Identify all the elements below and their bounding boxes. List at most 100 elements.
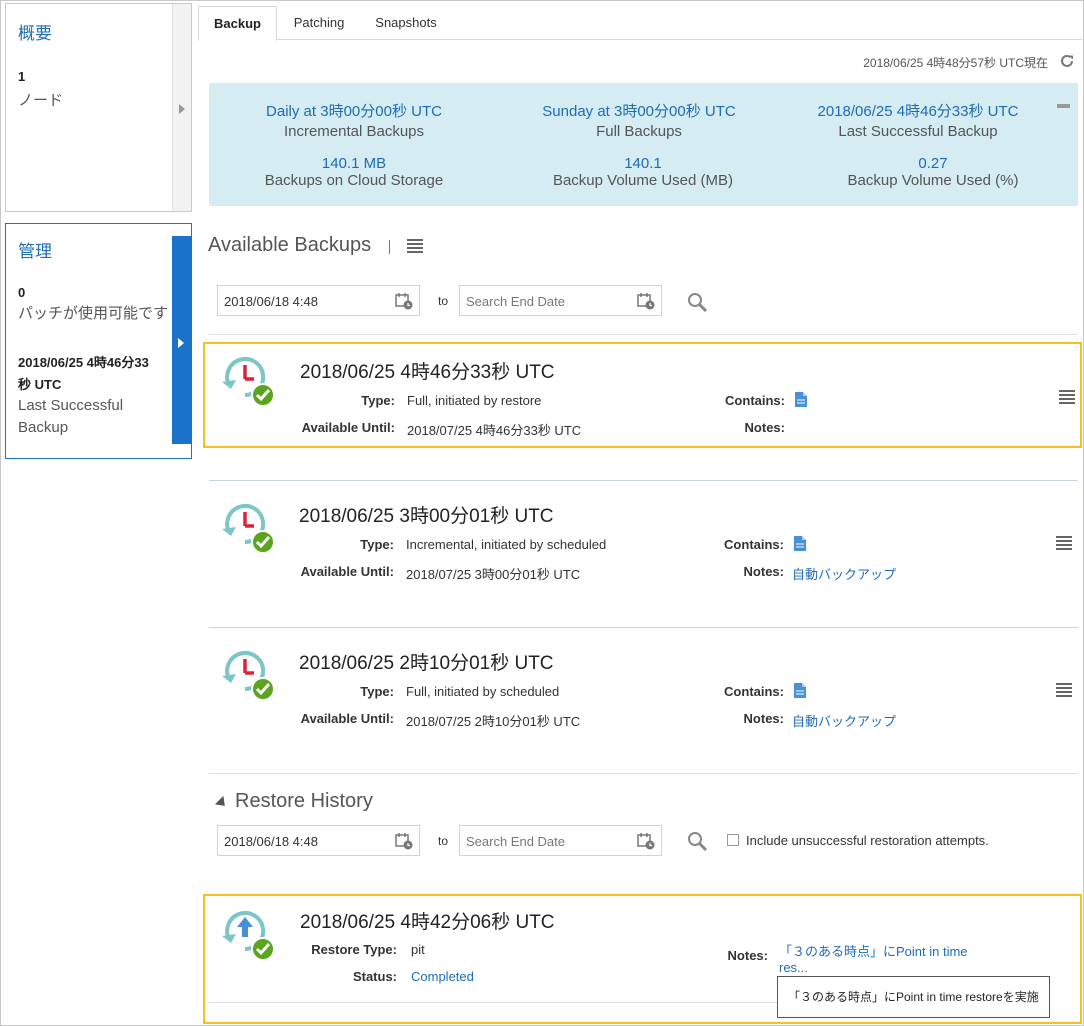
collapse-summary-icon[interactable] [1057, 104, 1070, 108]
expand-arrow-icon [179, 104, 185, 114]
node-count: 1 [18, 69, 26, 84]
notes-link-line2[interactable]: res... [779, 960, 808, 975]
expand-arrow-icon [178, 338, 184, 348]
backup-timestamp[interactable]: 2018/06/25 2時10分01秒 UTC [299, 648, 554, 675]
divider [389, 240, 390, 254]
last-backup-time-line1: 2018/06/25 4時46分33 [18, 355, 149, 370]
summary-label: Incremental Backups [283, 123, 425, 140]
tab-bar: Backup Patching Snapshots [198, 6, 1082, 41]
backup-actions-menu-icon[interactable] [1056, 536, 1072, 550]
patch-label: パッチが使用可能です [18, 305, 169, 322]
divider [209, 627, 1078, 628]
backup-summary: Daily at 3時00分00秒 UTC Incremental Backup… [209, 83, 1078, 206]
notes-label: Notes: [743, 711, 784, 726]
include-unsuccessful-checkbox[interactable] [727, 834, 739, 846]
notes-link[interactable]: 自動バックアップ [792, 711, 896, 730]
document-icon[interactable] [794, 536, 806, 551]
divider [209, 480, 1078, 481]
restore-start-date-field[interactable]: 2018/06/18 4:48 [217, 825, 420, 856]
status-value[interactable]: Completed [411, 969, 474, 984]
tab-backup[interactable]: Backup [198, 6, 277, 41]
management-panel[interactable]: 管理 0 パッチが使用可能です 2018/06/25 4時46分33 秒 UTC… [5, 223, 192, 459]
backup-actions-menu-icon[interactable] [1059, 390, 1075, 404]
restore-type-label: Restore Type: [311, 942, 397, 957]
divider [209, 773, 1078, 774]
backup-item[interactable]: 2018/06/25 2時10分01秒 UTC Type: Full, init… [209, 637, 1078, 747]
refresh-icon[interactable] [1058, 52, 1076, 70]
contains-label: Contains: [724, 537, 784, 552]
backups-start-date-field[interactable]: 2018/06/18 4:48 [217, 285, 420, 316]
last-backup-label-line1: Last Successful [18, 397, 124, 414]
include-unsuccessful-label: Include unsuccessful restoration attempt… [746, 833, 989, 848]
summary-label: Backup Volume Used (%) [847, 172, 1019, 189]
overview-expand-handle[interactable] [172, 4, 191, 211]
available-backups-title: Available Backups [208, 234, 372, 256]
to-label: to [438, 294, 449, 308]
summary-last-backup: 2018/06/25 4時46分33秒 UTC Last Successful … [773, 100, 1063, 140]
end-date-placeholder: Search End Date [466, 294, 566, 309]
last-backup-label-line2: Backup [18, 419, 69, 436]
restore-history-title[interactable]: Restore History [235, 790, 373, 813]
restore-clock-success-icon [222, 911, 275, 961]
calendar-icon[interactable] [395, 292, 413, 310]
tab-snapshots[interactable]: Snapshots [364, 6, 448, 40]
summary-full: Sunday at 3時00分00秒 UTC Full Backups [494, 100, 784, 140]
summary-incremental: Daily at 3時00分00秒 UTC Incremental Backup… [209, 100, 499, 140]
backup-timestamp[interactable]: 2018/06/25 4時46分33秒 UTC [300, 357, 555, 384]
backups-end-date-field[interactable]: Search End Date [459, 285, 662, 316]
restore-end-date-field[interactable]: Search End Date [459, 825, 662, 856]
overview-panel[interactable]: 概要 1 ノード [5, 3, 192, 212]
backup-item[interactable]: 2018/06/25 3時00分01秒 UTC Type: Incrementa… [209, 490, 1078, 600]
available-until-label: Available Until: [300, 711, 394, 726]
patch-count: 0 [18, 285, 26, 300]
available-until-value: 2018/07/25 3時00分01秒 UTC [406, 567, 581, 582]
available-until-value: 2018/07/25 4時46分33秒 UTC [407, 423, 582, 438]
notes-link[interactable]: 自動バックアップ [792, 564, 896, 583]
summary-label: Last Successful Backup [838, 123, 998, 140]
as-of-timestamp: 2018/06/25 4時48分57秒 UTC現在 [863, 56, 1048, 70]
restore-timestamp[interactable]: 2018/06/25 4時42分06秒 UTC [300, 907, 555, 934]
backup-clock-success-icon [222, 651, 275, 701]
calendar-icon[interactable] [395, 832, 413, 850]
search-icon[interactable] [686, 830, 708, 852]
notes-link-line1[interactable]: 「３のある時点」にPoint in time [779, 941, 968, 960]
status-label: Status: [352, 969, 397, 984]
type-label: Type: [360, 684, 394, 699]
backup-actions-menu-icon[interactable] [1056, 683, 1072, 697]
backups-menu-icon[interactable] [407, 239, 423, 253]
start-date-value: 2018/06/18 4:48 [224, 834, 318, 849]
summary-value: 0.27 [918, 155, 948, 172]
backup-item[interactable]: 2018/06/25 4時46分33秒 UTC Type: Full, init… [203, 342, 1082, 448]
backup-timestamp[interactable]: 2018/06/25 3時00分01秒 UTC [299, 501, 554, 528]
search-icon[interactable] [686, 291, 708, 313]
backup-clock-success-icon [222, 504, 275, 554]
calendar-icon[interactable] [637, 292, 655, 310]
document-icon[interactable] [794, 683, 806, 698]
summary-label: Backups on Cloud Storage [264, 172, 444, 189]
available-until-label: Available Until: [301, 420, 395, 435]
type-value: Full, initiated by restore [407, 393, 542, 408]
type-label: Type: [360, 537, 394, 552]
summary-label: Full Backups [596, 123, 682, 140]
to-label: to [438, 834, 449, 848]
backup-clock-success-icon [222, 357, 275, 407]
divider [209, 1002, 778, 1003]
notes-tooltip: 「３のある時点」にPoint in time restoreを実施 [777, 976, 1050, 1018]
restore-type-value: pit [411, 942, 425, 957]
notes-label: Notes: [727, 948, 768, 963]
contains-label: Contains: [724, 684, 784, 699]
start-date-value: 2018/06/18 4:48 [224, 294, 318, 309]
node-label: ノード [18, 92, 64, 109]
tab-patching[interactable]: Patching [284, 6, 354, 40]
management-expand-handle[interactable] [172, 236, 191, 444]
document-icon[interactable] [795, 392, 807, 407]
notes-label: Notes: [743, 564, 784, 579]
management-title[interactable]: 管理 [18, 237, 52, 262]
summary-value: 140.1 MB [321, 155, 387, 172]
summary-value: 140.1 [624, 155, 662, 172]
overview-title[interactable]: 概要 [18, 19, 52, 44]
calendar-icon[interactable] [637, 832, 655, 850]
contains-label: Contains: [725, 393, 785, 408]
available-until-label: Available Until: [300, 564, 394, 579]
summary-volume-mb: 140.1 Backup Volume Used (MB) [498, 155, 788, 189]
